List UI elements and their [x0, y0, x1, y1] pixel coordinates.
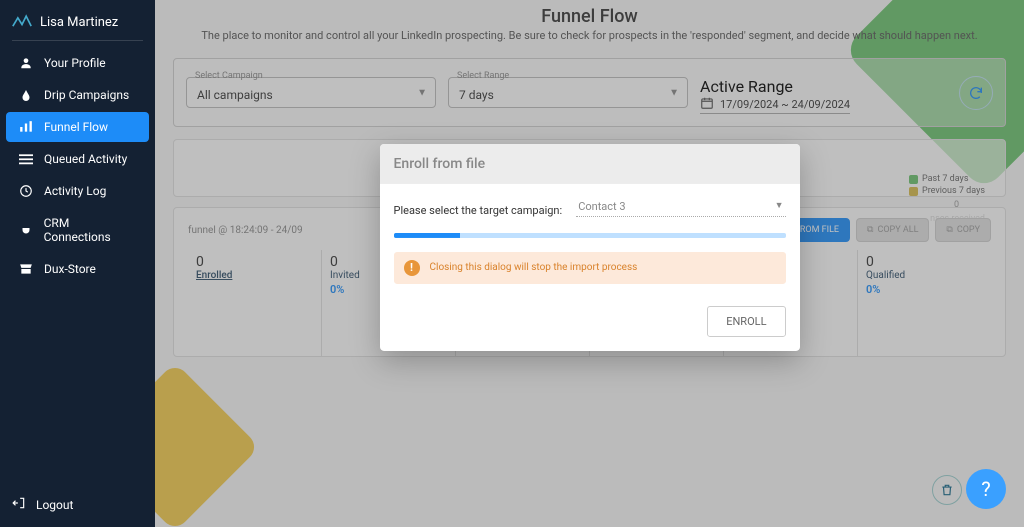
- target-campaign-select[interactable]: Contact 3 ▼: [576, 197, 785, 216]
- sidebar-item-label: Your Profile: [44, 56, 106, 70]
- drop-icon: [18, 88, 34, 102]
- modal-warning: ! Closing this dialog will stop the impo…: [394, 251, 786, 283]
- warning-text: Closing this dialog will stop the import…: [430, 262, 638, 273]
- sidebar-item-label: Activity Log: [44, 184, 106, 198]
- logout-icon: [12, 496, 26, 513]
- sidebar-item-profile[interactable]: Your Profile: [6, 48, 149, 78]
- sidebar: Lisa Martinez Your Profile Drip Campaign…: [0, 0, 155, 527]
- sidebar-item-label: Queued Activity: [44, 152, 127, 166]
- logout-button[interactable]: Logout: [0, 482, 155, 527]
- person-icon: [18, 56, 34, 70]
- history-icon: [18, 184, 34, 198]
- user-name: Lisa Martinez: [40, 15, 118, 30]
- sidebar-item-funnel[interactable]: Funnel Flow: [6, 112, 149, 142]
- modal-title: Enroll from file: [380, 143, 800, 183]
- select-value: Contact 3: [578, 199, 625, 212]
- user-block[interactable]: Lisa Martinez: [0, 0, 155, 40]
- chart-icon: [18, 121, 34, 133]
- sidebar-item-label: Funnel Flow: [44, 120, 108, 134]
- import-progress: [394, 232, 786, 237]
- sidebar-item-queued[interactable]: Queued Activity: [6, 144, 149, 174]
- sidebar-item-label: CRM Connections: [44, 216, 137, 244]
- help-button[interactable]: ?: [966, 469, 1006, 509]
- plug-icon: [18, 223, 34, 237]
- enroll-modal: Enroll from file Please select the targe…: [380, 143, 800, 350]
- warning-icon: !: [404, 259, 420, 275]
- main-area: Funnel Flow The place to monitor and con…: [155, 0, 1024, 527]
- sidebar-item-store[interactable]: Dux-Store: [6, 254, 149, 284]
- sidebar-item-log[interactable]: Activity Log: [6, 176, 149, 206]
- logo-icon: [12, 14, 32, 30]
- progress-fill: [394, 232, 461, 237]
- chevron-down-icon: ▼: [775, 199, 784, 210]
- sidebar-item-crm[interactable]: CRM Connections: [6, 208, 149, 252]
- enroll-button[interactable]: ENROLL: [707, 305, 785, 336]
- modal-prompt: Please select the target campaign:: [394, 203, 563, 216]
- sidebar-item-label: Dux-Store: [44, 262, 96, 276]
- list-icon: [18, 153, 34, 165]
- sidebar-item-label: Drip Campaigns: [44, 88, 129, 102]
- sidebar-item-drip[interactable]: Drip Campaigns: [6, 80, 149, 110]
- store-icon: [18, 263, 34, 275]
- logout-label: Logout: [36, 498, 73, 512]
- sidebar-divider: [12, 40, 143, 41]
